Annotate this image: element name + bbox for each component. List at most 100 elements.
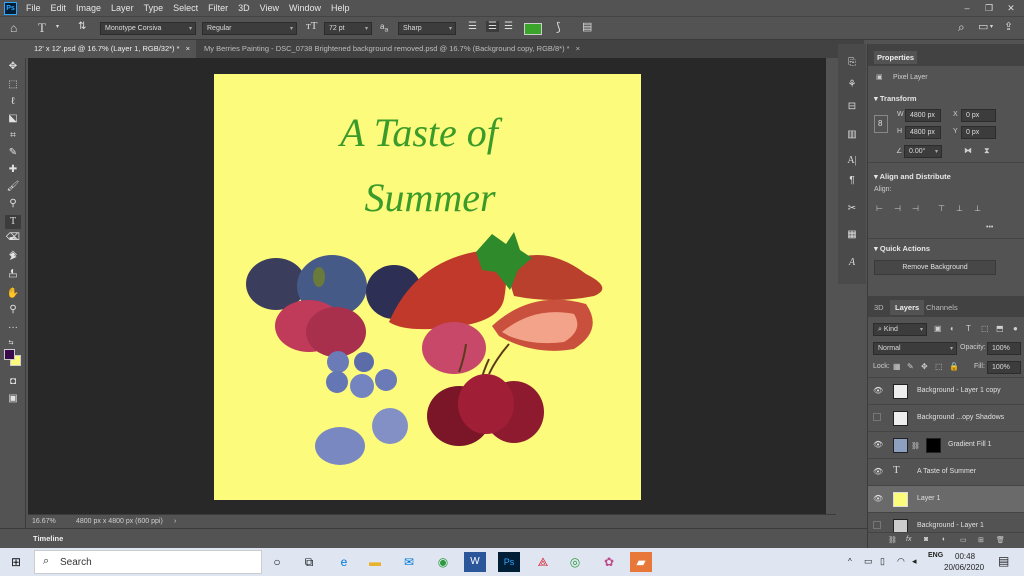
menu-help[interactable]: Help [326, 3, 355, 13]
more-options-icon[interactable]: ••• [986, 224, 993, 231]
document-canvas[interactable]: A Taste of Summer [214, 74, 641, 500]
layer-row[interactable]: 👁 T A Taste of Summer [868, 458, 1024, 485]
align-bottom-edges-icon[interactable]: ⊥ [974, 204, 981, 213]
minimize-icon[interactable]: – [956, 0, 978, 16]
cortana-icon[interactable]: ○ [266, 552, 288, 572]
link-icon[interactable]: 8 [874, 115, 888, 133]
delete-layer-icon[interactable]: 🗑 [996, 536, 1005, 544]
menu-image[interactable]: Image [71, 3, 106, 13]
tab-document-2[interactable]: My Berries Painting - DSC_0738 Brightene… [198, 40, 598, 58]
close-icon[interactable]: × [576, 44, 580, 53]
edge-icon[interactable]: e [333, 552, 355, 572]
history-panel-icon[interactable]: ⎘ [845, 56, 859, 70]
pen-tool-icon[interactable]: ✒ [5, 233, 21, 247]
share-icon[interactable]: ⇪ [1004, 20, 1013, 33]
path-select-tool-icon[interactable]: ➤ [5, 251, 21, 265]
file-explorer-icon[interactable]: ▬ [364, 552, 386, 572]
eye-hidden-icon[interactable] [873, 521, 881, 529]
clock-date[interactable]: 20/06/2020 [944, 563, 984, 572]
layer-row[interactable]: Background ...opy Shadows [868, 404, 1024, 431]
tray-arrow-icon[interactable]: ^ [848, 557, 852, 566]
timeline-tab[interactable]: Timeline [33, 534, 63, 543]
notifications-icon[interactable]: ▤ [998, 554, 1009, 568]
tab-properties[interactable]: Properties [874, 51, 918, 64]
quick-select-tool-icon[interactable]: ⬕ [5, 112, 21, 126]
close-icon[interactable]: × [186, 44, 190, 53]
eye-icon[interactable]: 👁 [873, 440, 883, 449]
font-family-select[interactable]: Monotype Corsiva ▾ [100, 22, 196, 35]
quick-mask-icon[interactable]: ◘ [5, 375, 21, 389]
marquee-tool-icon[interactable]: ⬚ [5, 78, 21, 92]
fx-icon[interactable]: fx [906, 536, 911, 543]
text-color-swatch[interactable] [524, 23, 542, 35]
search-icon[interactable]: ⌕ [958, 20, 965, 35]
warp-text-icon[interactable]: ⟆ [556, 20, 561, 34]
x-field[interactable]: 0 px [961, 109, 996, 122]
paint-icon[interactable]: ✿ [598, 552, 620, 572]
acrobat-icon[interactable]: ⟁ [532, 552, 554, 572]
font-style-select[interactable]: Regular ▾ [202, 22, 297, 35]
brush-settings-icon[interactable]: ⚘ [845, 78, 859, 92]
close-icon[interactable]: ✕ [1000, 0, 1022, 16]
healing-tool-icon[interactable]: ✚ [5, 163, 21, 177]
eye-hidden-icon[interactable] [873, 413, 881, 421]
eye-icon[interactable]: 👁 [873, 467, 883, 476]
tab-3d[interactable]: 3D [874, 303, 884, 312]
language-indicator[interactable]: ENG [928, 552, 943, 559]
group-icon[interactable]: ▭ [960, 536, 967, 544]
type-tool-icon[interactable]: T [5, 215, 21, 229]
patterns-icon[interactable]: ▦ [845, 228, 859, 242]
remove-background-button[interactable]: Remove Background [874, 260, 996, 275]
eye-icon[interactable]: 👁 [873, 494, 883, 503]
status-menu-arrow[interactable]: › [174, 518, 176, 525]
hand-tool-icon[interactable]: ✋ [5, 287, 21, 301]
lock-all-icon[interactable]: 🔒 [949, 362, 959, 371]
angle-field[interactable]: 0.00° ▾ [904, 145, 942, 158]
chevron-down-icon[interactable]: ▾ [990, 23, 993, 30]
align-center-icon[interactable]: ☰ [486, 21, 499, 32]
lock-artboard-icon[interactable]: ⬚ [935, 362, 943, 371]
move-tool-icon[interactable]: ✥ [5, 60, 21, 74]
libraries-icon[interactable]: ▥ [845, 128, 859, 142]
opacity-field[interactable]: 100% [987, 342, 1021, 355]
adjustments-icon[interactable]: ⊟ [845, 100, 859, 114]
sticky-notes-icon[interactable]: ▰ [630, 552, 652, 572]
width-field[interactable]: 4800 px [905, 109, 941, 122]
brush-tool-icon[interactable]: 🖌 [5, 180, 21, 194]
type-tool-icon[interactable]: T [38, 20, 46, 36]
glyphs-icon[interactable]: A [845, 256, 859, 270]
flip-horizontal-icon[interactable]: ⧓ [964, 146, 972, 155]
blend-mode-select[interactable]: Normal ▾ [873, 342, 957, 355]
adjustment-layer-icon[interactable]: ◐ [942, 536, 946, 543]
new-layer-icon[interactable]: ⊞ [978, 536, 984, 544]
orientation-toggle-icon[interactable]: ⇅ [78, 21, 86, 32]
menu-view[interactable]: View [255, 3, 284, 13]
menu-file[interactable]: File [21, 3, 46, 13]
layer-row[interactable]: 👁 ⛓ Gradient Fill 1 [868, 431, 1024, 458]
font-size-select[interactable]: 72 pt ▾ [324, 22, 372, 35]
chevron-down-icon[interactable]: ▾ [56, 23, 59, 30]
menu-3d[interactable]: 3D [233, 3, 255, 13]
align-right-edges-icon[interactable]: ⊣ [912, 204, 919, 213]
menu-select[interactable]: Select [168, 3, 203, 13]
wifi-icon[interactable]: ◠ [897, 556, 905, 567]
filter-adjustment-icon[interactable]: ◐ [950, 324, 955, 333]
zoom-level[interactable]: 16.67% [32, 518, 56, 525]
maximize-icon[interactable]: ❐ [978, 0, 1000, 16]
clock-time[interactable]: 00:48 [955, 552, 975, 561]
menu-edit[interactable]: Edit [46, 3, 72, 13]
flip-vertical-icon[interactable]: ⧗ [984, 146, 990, 156]
layer-row[interactable]: 👁 Layer 1 [868, 485, 1024, 512]
foreground-color-swatch[interactable] [4, 349, 15, 360]
home-icon[interactable]: ⌂ [10, 21, 17, 35]
maps-icon[interactable]: ◉ [432, 552, 454, 572]
mail-icon[interactable]: ✉ [398, 552, 420, 572]
eye-icon[interactable]: 👁 [873, 386, 883, 395]
align-left-edges-icon[interactable]: ⊢ [876, 204, 883, 213]
lock-pixels-icon[interactable]: ✎ [907, 362, 914, 371]
battery-icon[interactable]: ▯ [880, 556, 885, 567]
zoom-tool-icon[interactable]: ⚲ [5, 303, 21, 317]
menu-layer[interactable]: Layer [106, 3, 139, 13]
photoshop-icon[interactable]: Ps [498, 552, 520, 572]
workspace-icon[interactable]: ▭ [978, 20, 988, 33]
